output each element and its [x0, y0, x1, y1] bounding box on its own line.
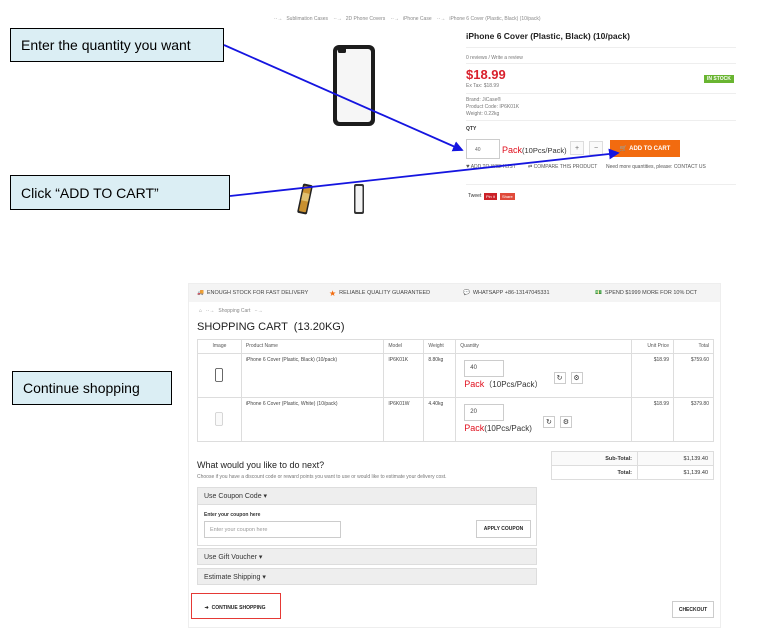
info-bar: 🚚 ENOUGH STOCK FOR FAST DELIVERY ★ RELIABL…: [189, 284, 720, 302]
cart-table: Image Product Name Model Weight Quantity…: [197, 339, 714, 442]
next-title: What would you like to do next?: [197, 460, 325, 470]
cart-row: iPhone 6 Cover (Plastic, Black) (10/pack…: [197, 353, 714, 398]
info-item: 💵 SPEND $1999 MORE FOR 10% DCT: [595, 290, 698, 296]
row-image[interactable]: [197, 397, 242, 442]
row-weight: 8.80kg: [423, 353, 457, 398]
apply-coupon-button[interactable]: APPLY COUPON: [476, 520, 531, 538]
col-header: Image: [197, 339, 242, 354]
arrow-to-add-to-cart: [229, 148, 620, 197]
row-model: IP6K01K: [383, 353, 425, 398]
col-header: Model: [383, 339, 425, 354]
truck-icon: 🚚: [197, 290, 204, 296]
refresh-icon[interactable]: ↻: [553, 372, 566, 384]
col-header: Quantity: [455, 339, 633, 354]
info-item: 🚚 ENOUGH STOCK FOR FAST DELIVERY: [197, 290, 309, 296]
row-model: IP6K01W: [383, 397, 425, 442]
row-qty-input[interactable]: 20: [464, 404, 505, 421]
col-header: Product Name: [240, 339, 385, 354]
star-icon: ★: [329, 288, 337, 298]
row-weight: 4.40kg: [423, 397, 457, 442]
coupon-enter-label: Enter your coupon here: [204, 512, 261, 518]
checkout-button[interactable]: CHECKOUT: [672, 601, 714, 618]
cart-row: iPhone 6 Cover (Plastic, White) (10/pack…: [197, 397, 714, 442]
next-description: Choose if you have a discount code or re…: [197, 474, 447, 480]
total-value: $1,139.40: [637, 465, 714, 480]
continue-shopping-button[interactable]: ➜ CONTINUE SHOPPING: [196, 601, 274, 615]
home-icon[interactable]: ⌂: [199, 308, 202, 314]
col-header: Weight: [423, 339, 457, 354]
row-quantity-cell: 40 Pack（10Pcs/Pack） ↻ ⚙: [455, 353, 633, 398]
coupon-input[interactable]: Enter your coupon here: [204, 521, 341, 538]
phone-case-thumb: [215, 367, 224, 382]
phone-case-thumb: [215, 411, 224, 426]
row-pack-label: Pack(10Pcs/Pack): [464, 423, 532, 433]
gift-voucher-accordion[interactable]: Use Gift Voucher ▾: [197, 548, 537, 565]
row-quantity-cell: 20 Pack(10Pcs/Pack) ↻ ⚙: [455, 397, 633, 442]
totals-table: Sub-Total: $1,139.40 Total: $1,139.40: [551, 451, 714, 480]
gear-icon[interactable]: ⚙: [570, 372, 583, 384]
breadcrumb-item[interactable]: Shopping Cart: [218, 308, 250, 314]
coupon-accordion[interactable]: Use Coupon Code ▾: [197, 487, 537, 505]
col-header: Total: [673, 339, 714, 354]
row-qty-input[interactable]: 40: [464, 360, 505, 377]
money-icon: 💵: [595, 290, 602, 296]
row-total: $759.60: [673, 353, 714, 398]
row-image[interactable]: [197, 353, 242, 398]
chat-icon: 💬: [463, 290, 470, 296]
row-total: $379.80: [673, 397, 714, 442]
arrow-right-icon: ➜: [204, 605, 209, 611]
row-product-name[interactable]: iPhone 6 Cover (Plastic, Black) (10/pack…: [240, 353, 385, 398]
subtotal-value: $1,139.40: [637, 451, 714, 466]
subtotal-label: Sub-Total:: [551, 451, 638, 466]
cart-title: SHOPPING CART (13.20KG): [197, 321, 345, 333]
row-product-name[interactable]: iPhone 6 Cover (Plastic, White) (10/pack…: [240, 397, 385, 442]
refresh-icon[interactable]: ↻: [542, 415, 555, 428]
coupon-panel: Enter your coupon here Enter your coupon…: [197, 505, 537, 546]
arrow-to-quantity: [223, 44, 464, 152]
cart-breadcrumb: ⌂ ··→ Shopping Cart ··→: [199, 308, 263, 314]
gear-icon[interactable]: ⚙: [559, 415, 572, 428]
total-label: Total:: [551, 465, 638, 480]
estimate-shipping-accordion[interactable]: Estimate Shipping ▾: [197, 568, 537, 585]
info-item: ★ RELIABLE QUALITY GUARANTEED: [329, 288, 431, 298]
info-item: 💬 WHATSAPP +86-13147045331: [463, 290, 550, 296]
row-unit-price: $18.99: [631, 353, 674, 398]
row-pack-label: Pack（10Pcs/Pack）: [464, 379, 543, 389]
row-unit-price: $18.99: [631, 397, 674, 442]
col-header: Unit Price: [631, 339, 674, 354]
